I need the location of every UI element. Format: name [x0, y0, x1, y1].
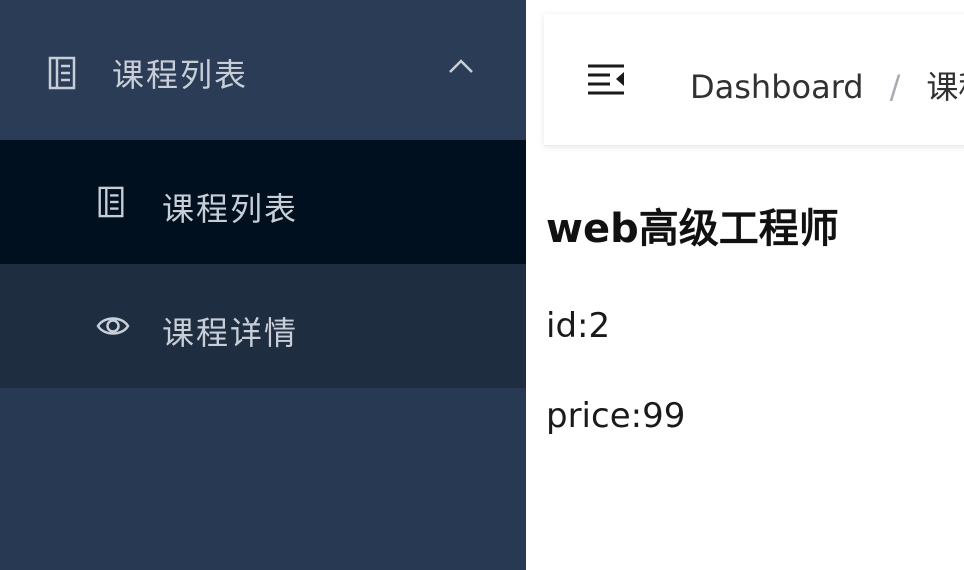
submenu-course-list[interactable]: 课程列表: [0, 0, 526, 140]
course-title: web高级工程师: [546, 206, 839, 252]
course-id: id:2: [546, 306, 611, 346]
sidebar-item-label: 课程列表: [162, 190, 299, 228]
sidebar-item-course-detail[interactable]: 课程详情: [0, 264, 526, 388]
course-price: price:99: [546, 396, 686, 436]
sidebar-item-label: 课程详情: [162, 314, 299, 352]
document-icon: [48, 56, 76, 90]
submenu-label: 课程列表: [112, 56, 249, 94]
top-navbar: Dashboard / 课程: [544, 14, 964, 146]
menu-fold-icon[interactable]: [586, 62, 626, 96]
sidebar: 课程列表 课程列表 课程详情: [0, 0, 526, 570]
breadcrumb-separator: /: [889, 68, 901, 106]
breadcrumb-item-dashboard[interactable]: Dashboard: [690, 68, 864, 106]
chevron-up-icon: [449, 59, 473, 73]
eye-icon: [96, 317, 130, 335]
main-content: Dashboard / 课程 web高级工程师 id:2 price:99: [526, 0, 964, 570]
app-root: 课程列表 课程列表 课程详情 Dashboard / 课 web高级工程师 id…: [0, 0, 964, 570]
sidebar-item-course-list[interactable]: 课程列表: [0, 140, 526, 264]
breadcrumb-item-course: 课程: [926, 68, 964, 106]
document-icon: [98, 186, 124, 218]
breadcrumb: Dashboard / 课程: [690, 62, 964, 108]
